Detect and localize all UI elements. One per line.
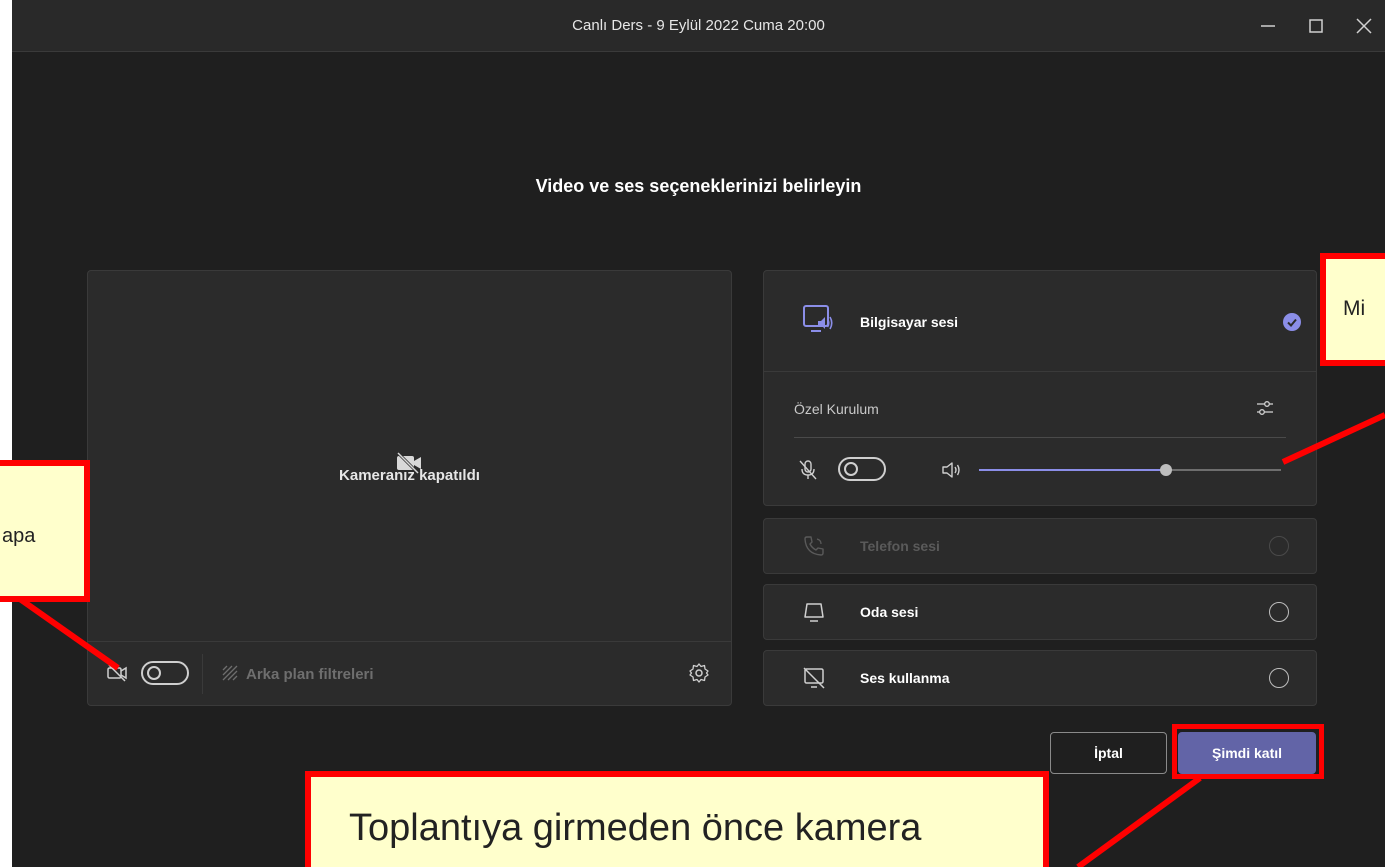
cancel-button[interactable]: İptal bbox=[1050, 732, 1167, 774]
right-callout-text: Mi bbox=[1343, 297, 1366, 320]
minimize-icon[interactable] bbox=[1254, 12, 1282, 40]
join-button-highlight bbox=[1172, 724, 1324, 779]
volume-thumb[interactable] bbox=[1160, 464, 1173, 476]
selected-check-icon bbox=[1283, 313, 1301, 331]
gear-icon[interactable] bbox=[688, 662, 710, 684]
camera-off-message: Kameranız kapatıldı bbox=[339, 467, 480, 484]
custom-setup-label: Özel Kurulum bbox=[794, 401, 879, 417]
maximize-icon[interactable] bbox=[1302, 12, 1330, 40]
no-audio-option[interactable]: Ses kullanma bbox=[763, 650, 1317, 706]
no-audio-icon bbox=[803, 667, 825, 689]
phone-audio-radio bbox=[1269, 536, 1289, 556]
device-settings-icon[interactable] bbox=[1254, 397, 1276, 419]
audio-settings-panel: Bilgisayar sesi Özel Kurulum bbox=[763, 270, 1317, 506]
camera-icon bbox=[107, 664, 127, 682]
video-preview-panel: Kameranız kapatıldı Arka plan filtreleri bbox=[87, 270, 732, 706]
camera-toggle[interactable] bbox=[141, 661, 189, 685]
room-audio-label: Oda sesi bbox=[860, 604, 919, 620]
divider bbox=[794, 437, 1286, 438]
no-audio-radio[interactable] bbox=[1269, 668, 1289, 688]
window-title: Canlı Ders - 9 Eylül 2022 Cuma 20:00 bbox=[572, 17, 825, 34]
computer-audio-option[interactable]: Bilgisayar sesi bbox=[764, 271, 1316, 372]
no-audio-label: Ses kullanma bbox=[860, 670, 950, 686]
speaker-volume-slider[interactable] bbox=[979, 464, 1281, 476]
left-callout: apa bbox=[0, 460, 90, 602]
computer-audio-label: Bilgisayar sesi bbox=[860, 314, 959, 330]
video-toolbar: Arka plan filtreleri bbox=[88, 641, 731, 705]
page-heading: Video ve ses seçeneklerinizi belirleyin bbox=[535, 176, 862, 196]
computer-audio-icon bbox=[803, 305, 833, 332]
right-callout: Mi bbox=[1320, 253, 1385, 366]
phone-audio-label: Telefon sesi bbox=[860, 538, 940, 554]
mic-off-icon bbox=[799, 460, 817, 480]
background-filters-button[interactable]: Arka plan filtreleri bbox=[246, 666, 374, 683]
mic-toggle[interactable] bbox=[838, 457, 886, 481]
left-callout-text: apa bbox=[2, 525, 36, 547]
room-audio-icon bbox=[804, 603, 824, 622]
video-preview-area: Kameranız kapatıldı bbox=[88, 271, 731, 641]
close-icon[interactable] bbox=[1350, 12, 1378, 40]
speaker-icon bbox=[942, 462, 960, 478]
room-audio-option[interactable]: Oda sesi bbox=[763, 584, 1317, 640]
phone-icon bbox=[804, 536, 824, 556]
bottom-callout-text: Toplantıya girmeden önce kamera bbox=[349, 807, 922, 849]
phone-audio-option: Telefon sesi bbox=[763, 518, 1317, 574]
bottom-callout: Toplantıya girmeden önce kamera bbox=[305, 771, 1049, 867]
room-audio-radio[interactable] bbox=[1269, 602, 1289, 622]
volume-fill bbox=[979, 469, 1167, 471]
background-filter-icon bbox=[222, 665, 238, 681]
title-bar: Canlı Ders - 9 Eylül 2022 Cuma 20:00 bbox=[12, 0, 1385, 52]
toolbar-divider bbox=[202, 654, 203, 694]
